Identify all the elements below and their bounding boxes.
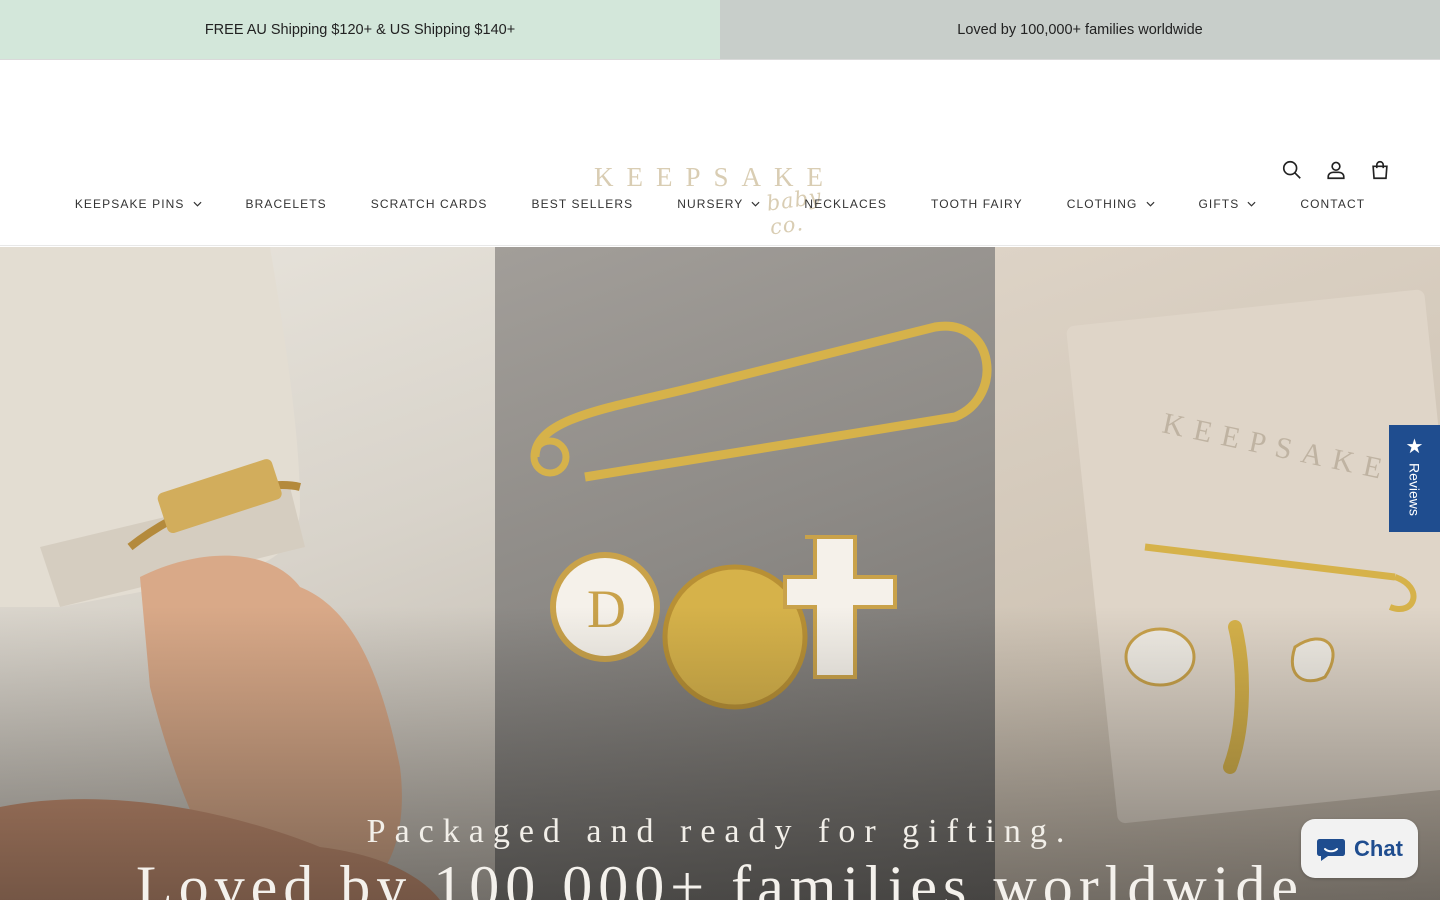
nav-label: TOOTH FAIRY — [931, 197, 1023, 211]
site-header: KEEPSAKE baby co. KEEPSAKE PINS BRACELET… — [0, 60, 1440, 246]
chevron-down-icon — [1145, 201, 1155, 207]
nav-necklaces[interactable]: NECKLACES — [782, 197, 909, 211]
chevron-down-icon — [193, 201, 202, 207]
nav-best-sellers[interactable]: BEST SELLERS — [510, 197, 656, 211]
nav-label: BEST SELLERS — [531, 197, 634, 211]
hero-subtitle: Packaged and ready for gifting. — [366, 813, 1074, 850]
star-icon: ★ — [1405, 436, 1424, 458]
nav-scratch-cards[interactable]: SCRATCH CARDS — [349, 197, 510, 211]
hero-title: Loved by 100,000+ families worldwide — [135, 854, 1304, 900]
nav-contact[interactable]: CONTACT — [1278, 197, 1387, 211]
chat-button[interactable]: Chat — [1301, 819, 1418, 878]
chat-label: Chat — [1354, 835, 1403, 861]
nav-label: SCRATCH CARDS — [370, 197, 488, 211]
hero-banner[interactable]: D KEEPSAKE Packaged and ready for giftin… — [0, 247, 1440, 900]
chevron-down-icon — [751, 201, 760, 207]
site-logo[interactable]: KEEPSAKE baby co. — [590, 158, 850, 239]
nav-label: CLOTHING — [1066, 197, 1138, 211]
nav-label: GIFTS — [1198, 197, 1240, 211]
nav-clothing[interactable]: CLOTHING — [1045, 197, 1177, 211]
nav-label: KEEPSAKE PINS — [74, 197, 185, 211]
announcement-families: Loved by 100,000+ families worldwide — [720, 0, 1440, 59]
nav-label: NURSERY — [677, 197, 744, 211]
announcement-shipping-text: FREE AU Shipping $120+ & US Shipping $14… — [204, 21, 516, 38]
nav-tooth-fairy[interactable]: TOOTH FAIRY — [909, 197, 1045, 211]
chevron-down-icon — [1247, 201, 1256, 207]
nav-gifts[interactable]: GIFTS — [1177, 197, 1279, 211]
header-icons — [1280, 158, 1392, 182]
nav-nursery[interactable]: NURSERY — [655, 197, 782, 211]
hero-overlay — [0, 247, 1440, 900]
announcement-bar: FREE AU Shipping $120+ & US Shipping $14… — [0, 0, 1440, 60]
chat-bubble-icon — [1317, 838, 1346, 861]
announcement-shipping: FREE AU Shipping $120+ & US Shipping $14… — [0, 0, 720, 59]
main-nav: KEEPSAKE PINS BRACELETS SCRATCH CARDS BE… — [0, 197, 1440, 211]
nav-bracelets[interactable]: BRACELETS — [224, 197, 349, 211]
nav-label: CONTACT — [1300, 197, 1366, 211]
nav-label: NECKLACES — [804, 197, 888, 211]
announcement-families-text: Loved by 100,000+ families worldwide — [957, 21, 1203, 38]
nav-label: BRACELETS — [245, 197, 327, 211]
reviews-tab-label: Reviews — [1406, 463, 1423, 516]
cart-icon[interactable] — [1368, 158, 1392, 182]
search-icon[interactable] — [1280, 158, 1304, 182]
nav-keepsake-pins[interactable]: KEEPSAKE PINS — [53, 197, 224, 211]
reviews-tab[interactable]: ★ Reviews — [1389, 425, 1440, 532]
account-icon[interactable] — [1324, 158, 1348, 182]
